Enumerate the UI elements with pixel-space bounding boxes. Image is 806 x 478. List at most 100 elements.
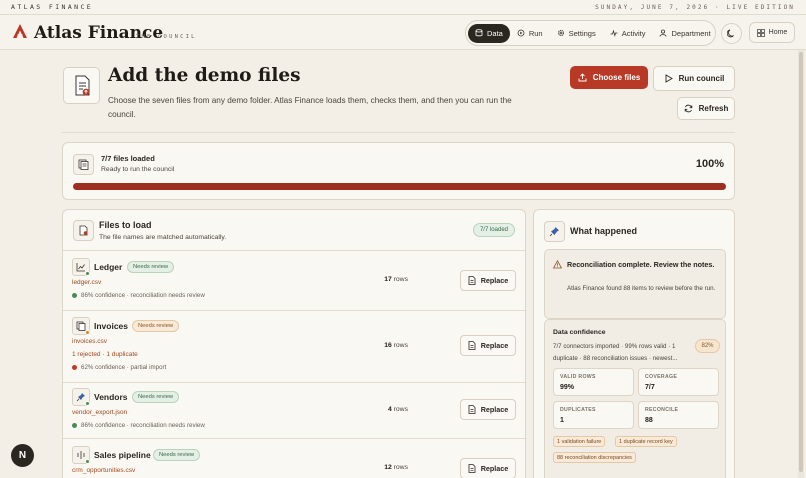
file-row-sales-pipeline: Sales pipeline Needs review crm_opportun… [63, 439, 525, 478]
rejection-note: 1 rejected · 1 duplicate [72, 351, 138, 358]
main-nav: Data Run Settings Activity Department [465, 20, 716, 46]
row-count-unit: rows [393, 406, 408, 413]
page-description: Choose the seven files from any demo fol… [108, 96, 512, 119]
app-title[interactable]: Atlas Finance [34, 23, 163, 43]
file-filename[interactable]: vendor_export.json [72, 409, 127, 416]
file-replace-icon [468, 341, 476, 350]
stat-coverage: COVERAGE 7/7 [638, 368, 719, 396]
grid-icon [756, 28, 765, 37]
stat-value: 1 [560, 417, 564, 424]
progress-bar [73, 183, 726, 190]
run-council-button[interactable]: Run council [653, 66, 735, 91]
confidence-line: 86% confidence · reconciliation needs re… [72, 292, 205, 299]
stat-label: COVERAGE [645, 374, 678, 380]
stat-value: 99% [560, 384, 575, 391]
moon-icon [727, 29, 734, 38]
what-happened-title: What happened [570, 226, 637, 236]
replace-button[interactable]: Replace [460, 335, 516, 356]
nav-department[interactable]: Department [652, 24, 717, 43]
page-scrollbar-thumb[interactable] [799, 52, 803, 472]
edition-date: SUNDAY, JUNE 7, 2026 · LIVE EDITION [595, 3, 795, 11]
file-filename[interactable]: invoices.csv [72, 338, 107, 345]
top-strip: ATLAS FINANCE SUNDAY, JUNE 7, 2026 · LIV… [0, 0, 806, 15]
replace-button[interactable]: Replace [460, 270, 516, 291]
file-replace-icon [468, 464, 476, 473]
play-icon [665, 74, 673, 83]
replace-button[interactable]: Replace [460, 458, 516, 478]
status-subtitle: Ready to run the council [101, 166, 175, 173]
confidence-text: 62% confidence · partial import [81, 364, 167, 371]
files-stack-icon [73, 154, 94, 175]
replace-label: Replace [480, 464, 509, 473]
row-count: 17 rows [363, 276, 408, 283]
file-row-vendors: Vendors Needs review vendor_export.json … [63, 383, 525, 439]
confidence-score-pill: 82% [695, 339, 720, 353]
files-panel-header: Files to load The file names are matched… [63, 210, 525, 251]
document-upload-icon [63, 67, 100, 104]
run-icon [517, 29, 525, 37]
row-count: 12 rows [363, 464, 408, 471]
assistant-fab-button[interactable]: N [11, 444, 34, 467]
loaded-count-pill: 7/7 loaded [472, 223, 515, 237]
load-status-card: 7/7 files loaded Ready to run the counci… [62, 142, 735, 200]
section-divider [62, 132, 735, 133]
replace-label: Replace [480, 276, 509, 285]
app-subtitle: THE COUNCIL [136, 34, 197, 40]
brand-strip-label: ATLAS FINANCE [11, 3, 94, 11]
document-icon [73, 220, 94, 241]
alert-title: Reconciliation complete. Review the note… [567, 260, 715, 269]
issue-tag: 1 duplicate record key [615, 436, 677, 447]
database-icon [475, 29, 483, 37]
data-confidence-title: Data confidence [553, 329, 606, 336]
stat-reconcile: RECONCILE 88 [638, 401, 719, 429]
status-title: 7/7 files loaded [101, 154, 155, 163]
status-dot [85, 271, 90, 276]
nav-data[interactable]: Data [468, 23, 510, 43]
row-count-number: 16 [384, 342, 392, 349]
nav-activity-label: Activity [621, 28, 646, 38]
file-filename[interactable]: ledger.csv [72, 279, 101, 286]
row-count-unit: rows [393, 342, 408, 349]
nav-settings[interactable]: Settings [550, 24, 603, 43]
page-title: Add the demo files [108, 65, 301, 86]
stat-label: VALID ROWS [560, 374, 596, 380]
file-name: Invoices [94, 321, 129, 331]
replace-button[interactable]: Replace [460, 399, 516, 420]
nav-activity[interactable]: Activity [603, 24, 653, 43]
home-button[interactable]: Home [749, 22, 795, 43]
atlas-logo-icon [13, 24, 27, 38]
nav-settings-label: Settings [568, 28, 596, 38]
row-count: 4 rows [363, 406, 408, 413]
stat-duplicates: DUPLICATES 1 [553, 401, 634, 429]
confidence-line: 86% confidence · reconciliation needs re… [72, 422, 205, 429]
stat-value: 7/7 [645, 384, 655, 391]
replace-label: Replace [480, 405, 509, 414]
refresh-icon [684, 104, 692, 113]
review-badge: Needs review [132, 391, 180, 403]
file-replace-icon [468, 405, 476, 414]
stat-value: 88 [645, 417, 653, 424]
row-count: 16 rows [363, 342, 408, 349]
theme-toggle-button[interactable] [721, 23, 742, 44]
refresh-label: Refresh [698, 104, 729, 113]
nav-run-label: Run [528, 28, 543, 38]
issue-tag: 1 validation failure [553, 436, 606, 447]
confidence-text: 86% confidence · reconciliation needs re… [81, 422, 205, 429]
review-badge: Needs review [153, 449, 201, 461]
confidence-line: 62% confidence · partial import [72, 364, 166, 371]
refresh-button[interactable]: Refresh [677, 97, 735, 120]
person-icon [660, 29, 667, 37]
warning-icon [553, 260, 562, 269]
app-header: Atlas Finance THE COUNCIL Data Run Setti… [0, 15, 806, 50]
what-happened-panel: What happened Reconciliation complete. R… [533, 209, 735, 478]
nav-data-label: Data [487, 28, 503, 38]
choose-files-button[interactable]: Choose files [570, 66, 648, 89]
stat-valid-rows: VALID ROWS 99% [553, 368, 634, 396]
alert-description: Atlas Finance found 88 items to review b… [567, 285, 716, 292]
file-filename[interactable]: crm_opportunities.csv [72, 467, 135, 474]
nav-department-label: Department [671, 28, 711, 38]
status-dot [85, 459, 90, 464]
row-count-unit: rows [393, 276, 408, 283]
nav-run[interactable]: Run [510, 24, 550, 43]
reconciliation-alert: Reconciliation complete. Review the note… [544, 249, 726, 319]
